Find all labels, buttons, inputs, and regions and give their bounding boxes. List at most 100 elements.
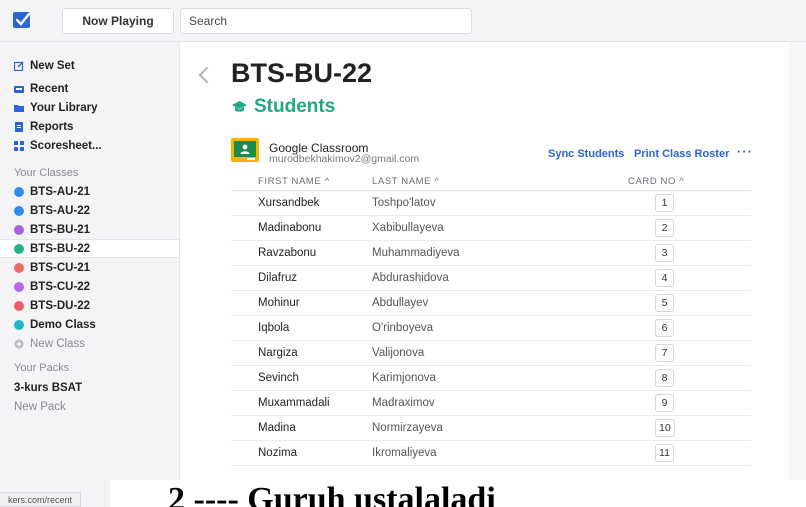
card-number-badge: 4	[655, 269, 674, 287]
first-name-cell: Nozima	[258, 447, 297, 459]
sidebar-item-label: BTS-BU-22	[30, 243, 91, 255]
sidebar-item-label: BTS-CU-21	[30, 262, 91, 274]
app-check-icon[interactable]	[12, 10, 34, 30]
last-name-cell: O'rinboyeva	[372, 322, 434, 334]
sidebar-item-label: BTS-AU-22	[30, 205, 91, 217]
first-name-cell: Iqbola	[258, 322, 290, 334]
class-color-dot	[14, 206, 24, 216]
sidebar-class-bts-bu-21[interactable]: BTS-BU-21	[14, 221, 90, 239]
sidebar-class-bts-au-22[interactable]: BTS-AU-22	[14, 202, 90, 220]
first-name-cell: Mohinur	[258, 297, 300, 309]
sidebar-item-label: BTS-DU-22	[30, 300, 91, 312]
table-row[interactable]: Ravzabonu Muhammadiyeva 3	[231, 241, 751, 266]
first-name-cell: Madina	[258, 422, 296, 434]
back-chevron-icon[interactable]	[196, 66, 210, 84]
sidebar-item-label: Recent	[30, 83, 69, 95]
class-color-dot	[14, 244, 24, 254]
sidebar-class-bts-bu-22[interactable]: BTS-BU-22	[14, 240, 90, 258]
column-header-card-no[interactable]: CARD NO ^	[628, 176, 684, 187]
first-name-cell: Ravzabonu	[258, 247, 317, 259]
sidebar-class-demo-class[interactable]: Demo Class	[14, 316, 96, 334]
sidebar-class-bts-du-22[interactable]: BTS-DU-22	[14, 297, 90, 315]
google-classroom-email: murodbekhakimov2@gmail.com	[269, 153, 420, 165]
class-color-dot	[14, 263, 24, 273]
first-name-cell: Dilafruz	[258, 272, 297, 284]
last-name-cell: Abdullayev	[372, 297, 429, 309]
card-number-badge: 6	[655, 319, 674, 337]
first-name-cell: Sevinch	[258, 372, 299, 384]
sidebar-item-label: BTS-CU-22	[30, 281, 91, 293]
new-class-button[interactable]: New Class	[14, 335, 85, 353]
table-row[interactable]: Xursandbek Toshpo'latov 1	[231, 191, 751, 216]
edit-icon	[14, 61, 24, 71]
first-name-cell: Nargiza	[258, 347, 298, 359]
now-playing-button[interactable]: Now Playing	[62, 8, 174, 34]
folder-icon	[14, 105, 24, 112]
sidebar: New Set Recent Your Library Reports Scor…	[0, 42, 180, 507]
table-row[interactable]: Madina Normirzayeva 10	[231, 416, 751, 441]
sidebar-item-reports[interactable]: Reports	[14, 118, 73, 136]
sidebar-class-bts-cu-22[interactable]: BTS-CU-22	[14, 278, 90, 296]
last-name-cell: Ikromaliyeva	[372, 447, 437, 459]
table-row[interactable]: Nozima Ikromaliyeva 11	[231, 441, 751, 466]
grid-icon	[14, 141, 24, 151]
last-name-cell: Madraximov	[372, 397, 435, 409]
more-options-button[interactable]: ···	[737, 144, 753, 159]
table-row[interactable]: Nargiza Valijonova 7	[231, 341, 751, 366]
sync-students-link[interactable]: Sync Students	[548, 148, 624, 160]
sidebar-pack-3-kurs-bsat[interactable]: 3-kurs BSAT	[14, 379, 82, 397]
first-name-cell: Xursandbek	[258, 197, 320, 209]
plus-circle-icon	[14, 339, 24, 349]
print-class-roster-link[interactable]: Print Class Roster	[634, 148, 729, 160]
students-heading: Students	[231, 96, 335, 118]
column-header-first-name[interactable]: FIRST NAME ^	[258, 176, 330, 187]
students-heading-label: Students	[254, 96, 336, 117]
table-row[interactable]: Madinabonu Xabibullayeva 2	[231, 216, 751, 241]
column-header-last-name[interactable]: LAST NAME ^	[372, 176, 439, 187]
table-row[interactable]: Mohinur Abdullayev 5	[231, 291, 751, 316]
first-name-cell: Muxammadali	[258, 397, 330, 409]
sidebar-item-recent[interactable]: Recent	[14, 80, 68, 98]
graduation-cap-icon	[232, 101, 247, 112]
card-number-badge: 7	[655, 344, 674, 362]
last-name-cell: Abdurashidova	[372, 272, 449, 284]
sidebar-item-new-set[interactable]: New Set	[14, 57, 75, 75]
sidebar-class-bts-cu-21[interactable]: BTS-CU-21	[14, 259, 90, 277]
card-number-badge: 3	[655, 244, 674, 262]
card-number-badge: 1	[655, 194, 674, 212]
class-color-dot	[14, 282, 24, 292]
table-row[interactable]: Sevinch Karimjonova 8	[231, 366, 751, 391]
page-title: BTS-BU-22	[231, 58, 373, 88]
search-input[interactable]	[180, 8, 472, 34]
table-row[interactable]: Dilafruz Abdurashidova 4	[231, 266, 751, 291]
sidebar-item-label: Your Library	[30, 102, 98, 114]
your-classes-label: Your Classes	[14, 167, 79, 179]
last-name-cell: Muhammadiyeva	[372, 247, 460, 259]
card-number-badge: 5	[655, 294, 674, 312]
card-number-badge: 11	[655, 444, 674, 462]
sidebar-item-label: Reports	[30, 121, 74, 133]
new-pack-button[interactable]: New Pack	[14, 398, 66, 416]
your-packs-label: Your Packs	[14, 362, 70, 374]
sidebar-item-label: Demo Class	[30, 319, 96, 331]
table-row[interactable]: Muxammadali Madraximov 9	[231, 391, 751, 416]
sidebar-item-your-library[interactable]: Your Library	[14, 99, 98, 117]
vertical-scrollbar[interactable]	[790, 42, 806, 507]
card-number-badge: 10	[655, 419, 675, 437]
top-bar: Now Playing	[0, 0, 806, 42]
class-color-dot	[14, 225, 24, 235]
class-color-dot	[14, 187, 24, 197]
sidebar-item-scoresheet[interactable]: Scoresheet...	[14, 137, 102, 155]
sidebar-item-label: New Set	[30, 60, 75, 72]
sidebar-item-label: 3-kurs BSAT	[14, 382, 83, 394]
document-icon	[15, 122, 23, 132]
class-color-dot	[14, 320, 24, 330]
card-number-badge: 8	[655, 369, 674, 387]
table-row[interactable]: Iqbola O'rinboyeva 6	[231, 316, 751, 341]
sidebar-class-bts-au-21[interactable]: BTS-AU-21	[14, 183, 90, 201]
sidebar-item-label: BTS-BU-21	[30, 224, 91, 236]
google-classroom-icon	[231, 138, 259, 162]
sidebar-item-label: Scoresheet...	[30, 140, 102, 152]
last-name-cell: Xabibullayeva	[372, 222, 444, 234]
inbox-icon	[14, 86, 24, 93]
